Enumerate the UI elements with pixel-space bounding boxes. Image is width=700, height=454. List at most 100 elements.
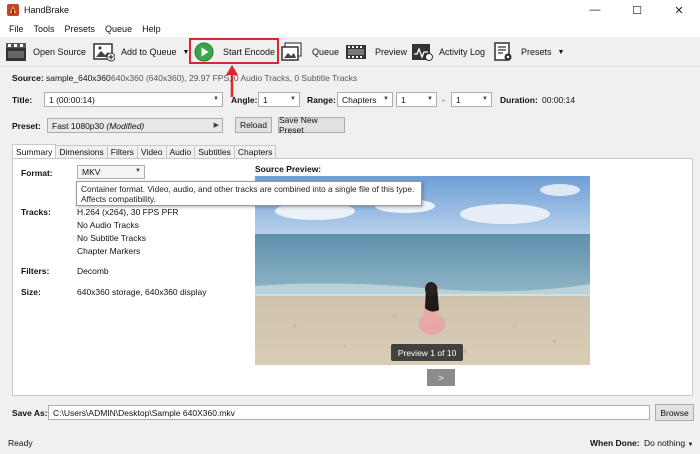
format-tooltip: Container format. Video, audio, and othe… bbox=[76, 181, 422, 206]
chevron-down-icon: ▼ bbox=[427, 96, 433, 102]
range-end-value: 1 bbox=[456, 94, 461, 105]
tracks-label: Tracks: bbox=[21, 207, 51, 217]
chevron-down-icon: ▼ bbox=[383, 96, 389, 102]
title-bar: HandBrake — ☐ ✕ bbox=[0, 0, 700, 20]
chevron-down-icon: ▼ bbox=[687, 442, 694, 448]
format-label: Format: bbox=[21, 168, 53, 178]
angle-label: Angle: bbox=[231, 95, 258, 105]
save-as-label: Save As: bbox=[12, 408, 48, 418]
open-source-label: Open Source bbox=[33, 47, 87, 57]
chevron-down-icon: ▼ bbox=[482, 96, 488, 102]
tab-subtitles[interactable]: Subtitles bbox=[194, 145, 235, 158]
preset-value: Fast 1080p30 bbox=[52, 120, 104, 131]
title-select[interactable]: 1 (00:00:14) ▼ bbox=[44, 92, 223, 107]
preset-label: Preset: bbox=[12, 121, 41, 131]
toolbar: Open Source Add to Queue ▼ Start Encode … bbox=[0, 37, 700, 67]
track-video: H.264 (x264), 30 FPS PFR bbox=[77, 207, 179, 217]
tab-dimensions[interactable]: Dimensions bbox=[55, 145, 108, 158]
presets-list-icon bbox=[494, 42, 512, 61]
status-ready: Ready bbox=[8, 438, 33, 448]
range-type-select[interactable]: Chapters ▼ bbox=[337, 92, 393, 107]
source-preview-label: Source Preview: bbox=[255, 164, 322, 174]
when-done-select[interactable]: Do nothing ▼ bbox=[644, 438, 693, 448]
track-subtitles: No Subtitle Tracks bbox=[77, 233, 146, 243]
duration-label: Duration: bbox=[500, 95, 538, 105]
reload-button[interactable]: Reload bbox=[235, 117, 272, 133]
minimize-button[interactable]: — bbox=[574, 0, 616, 20]
save-as-input[interactable]: C:\Users\ADMIN\Desktop\Sample 640X360.mk… bbox=[48, 405, 650, 420]
menu-help[interactable]: Help bbox=[137, 24, 166, 34]
range-separator: - bbox=[442, 95, 445, 105]
menu-queue[interactable]: Queue bbox=[100, 24, 137, 34]
tab-video[interactable]: Video bbox=[136, 145, 167, 158]
menu-file[interactable]: File bbox=[4, 24, 29, 34]
format-select[interactable]: MKV ▼ bbox=[77, 165, 145, 179]
tab-summary[interactable]: Summary bbox=[12, 144, 57, 158]
tooltip-line-1: Container format. Video, audio, and othe… bbox=[81, 184, 415, 194]
activity-log-label: Activity Log bbox=[439, 47, 486, 57]
window-title: HandBrake bbox=[24, 5, 70, 15]
start-encode-highlight bbox=[189, 38, 279, 64]
browse-button[interactable]: Browse bbox=[655, 404, 694, 421]
preview-counter-badge: Preview 1 of 10 bbox=[391, 344, 463, 361]
size-label: Size: bbox=[21, 287, 41, 297]
menu-tools[interactable]: Tools bbox=[29, 24, 60, 34]
queue-button[interactable]: Queue bbox=[281, 41, 339, 63]
filters-value: Decomb bbox=[77, 266, 109, 276]
range-start-value: 1 bbox=[401, 94, 406, 105]
chevron-down-icon: ▼ bbox=[213, 96, 219, 102]
presets-button[interactable]: Presets ▼ bbox=[493, 41, 564, 63]
range-label: Range: bbox=[307, 95, 336, 105]
close-button[interactable]: ✕ bbox=[658, 0, 700, 20]
activity-log-button[interactable]: Activity Log bbox=[411, 41, 485, 63]
queue-label: Queue bbox=[312, 47, 340, 57]
menu-presets[interactable]: Presets bbox=[60, 24, 101, 34]
source-label: Source: bbox=[12, 73, 44, 83]
preview-button[interactable]: Preview bbox=[345, 41, 407, 63]
maximize-button[interactable]: ☐ bbox=[616, 0, 658, 20]
range-end-select[interactable]: 1 ▼ bbox=[451, 92, 492, 107]
preset-select[interactable]: Fast 1080p30 (Modified) ▶ bbox=[47, 118, 223, 133]
tooltip-line-2: Affects compatibility. bbox=[81, 194, 156, 204]
add-to-queue-button[interactable]: Add to Queue ▼ bbox=[93, 41, 189, 63]
source-info: 640x360 (640x360), 29.97 FPS, 0 Audio Tr… bbox=[111, 73, 358, 83]
angle-select-value: 1 bbox=[263, 94, 268, 105]
preset-modified: (Modified) bbox=[106, 120, 145, 131]
next-preview-button[interactable]: > bbox=[427, 369, 455, 386]
chevron-right-icon: ▶ bbox=[213, 122, 219, 129]
film-strip-icon bbox=[346, 45, 366, 59]
track-audio: No Audio Tracks bbox=[77, 220, 139, 230]
tab-audio[interactable]: Audio bbox=[165, 145, 196, 158]
chevron-down-icon: ▼ bbox=[135, 168, 141, 174]
filters-label: Filters: bbox=[21, 266, 50, 276]
format-value: MKV bbox=[82, 167, 101, 177]
film-clapper-icon bbox=[6, 43, 26, 61]
open-source-button[interactable]: Open Source bbox=[5, 41, 86, 63]
queue-images-icon bbox=[281, 42, 302, 61]
settings-tabs: Summary Dimensions Filters Video Audio S… bbox=[12, 144, 277, 159]
tab-filters[interactable]: Filters bbox=[106, 145, 138, 158]
image-add-icon bbox=[93, 43, 115, 62]
when-done-value: Do nothing bbox=[644, 438, 686, 448]
source-name: sample_640x360 bbox=[46, 73, 111, 83]
track-chapters: Chapter Markers bbox=[77, 246, 141, 256]
status-bar: Ready When Done: Do nothing ▼ bbox=[0, 432, 700, 454]
activity-log-icon bbox=[412, 44, 433, 61]
presets-label: Presets bbox=[521, 47, 552, 57]
title-label: Title: bbox=[12, 95, 33, 105]
handbrake-logo-icon bbox=[7, 4, 19, 16]
chevron-down-icon: ▼ bbox=[290, 96, 296, 102]
presets-dropdown-icon[interactable]: ▼ bbox=[558, 49, 565, 56]
range-start-select[interactable]: 1 ▼ bbox=[396, 92, 437, 107]
save-new-preset-button[interactable]: Save New Preset bbox=[278, 115, 345, 135]
add-to-queue-label: Add to Queue bbox=[121, 47, 177, 57]
range-type-value: Chapters bbox=[342, 94, 377, 105]
title-select-value: 1 (00:00:14) bbox=[49, 94, 95, 105]
size-value: 640x360 storage, 640x360 display bbox=[77, 287, 207, 297]
preview-label: Preview bbox=[375, 47, 408, 57]
duration-value: 00:00:14 bbox=[542, 95, 576, 105]
angle-select[interactable]: 1 ▼ bbox=[258, 92, 300, 107]
tab-chapters[interactable]: Chapters bbox=[233, 145, 277, 158]
menu-bar: File Tools Presets Queue Help bbox=[0, 20, 700, 37]
when-done-label: When Done: bbox=[590, 438, 640, 448]
